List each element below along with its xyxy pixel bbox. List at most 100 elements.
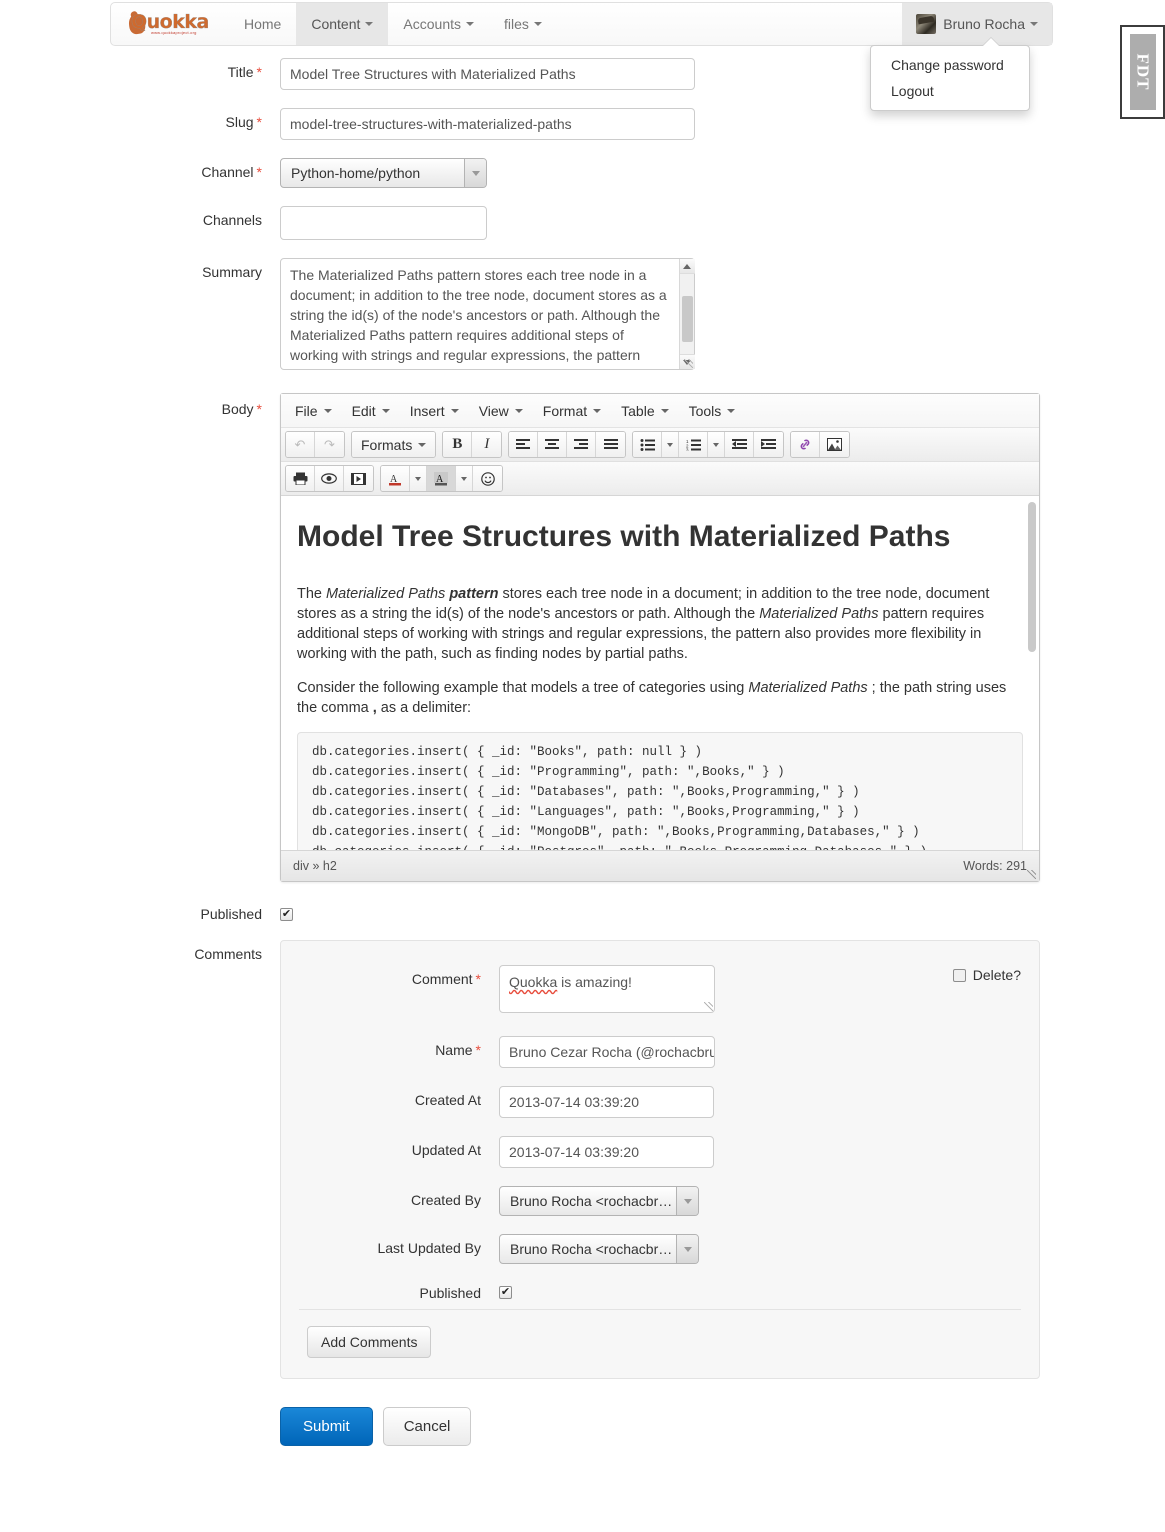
- summary-textarea-wrap: The Materialized Paths pattern stores ea…: [280, 258, 695, 370]
- resize-grip-icon[interactable]: [1027, 870, 1036, 879]
- chevron-down-icon: [381, 408, 390, 413]
- redo-icon[interactable]: ↷: [315, 432, 344, 457]
- channel-label: Channel *: [201, 164, 262, 180]
- summary-textarea[interactable]: The Materialized Paths pattern stores ea…: [280, 258, 695, 370]
- channel-select[interactable]: Python-home/python: [280, 158, 487, 188]
- text-color-chevron-down-icon[interactable]: [410, 466, 427, 491]
- editor-status-bar: div » h2 Words: 291: [281, 851, 1039, 881]
- submit-button[interactable]: Submit: [280, 1407, 373, 1446]
- menu-file[interactable]: File: [285, 399, 342, 423]
- nav-item-home[interactable]: Home: [229, 3, 296, 45]
- slug-label: Slug *: [225, 114, 262, 130]
- italic-icon[interactable]: I: [472, 432, 502, 457]
- comment-field-label: Comment *: [411, 971, 481, 987]
- nav-item-accounts[interactable]: Accounts: [388, 3, 489, 45]
- list-indent-group: 123: [632, 431, 785, 458]
- footer-spacer: [0, 1407, 280, 1413]
- image-icon[interactable]: [820, 432, 850, 457]
- nav-item-files[interactable]: files: [489, 3, 557, 45]
- nav-item-content-label: Content: [311, 16, 361, 32]
- delete-label: Delete?: [972, 967, 1021, 983]
- menu-item-logout[interactable]: Logout: [871, 78, 1029, 104]
- fdt-side-tab[interactable]: FDT: [1120, 25, 1165, 119]
- scrollbar-thumb[interactable]: [681, 296, 693, 342]
- updated-at-input[interactable]: 2013-07-14 03:39:20: [499, 1136, 714, 1168]
- numbered-list-chevron-down-icon[interactable]: [708, 432, 726, 457]
- body-label: Body *: [221, 401, 262, 417]
- comment-row-last-updated-by: Last Updated By Bruno Rocha <rochacbr…: [299, 1234, 1021, 1264]
- editor-element-path[interactable]: div » h2: [293, 859, 963, 873]
- menu-table[interactable]: Table: [611, 399, 678, 423]
- menu-edit[interactable]: Edit: [342, 399, 400, 423]
- chevron-down-icon: [450, 408, 459, 413]
- align-left-icon[interactable]: [509, 432, 539, 457]
- chevron-down-icon: [676, 1187, 698, 1215]
- editor-toolbar-row-1: ↶ ↷ Formats B I 1 2 3: [281, 428, 1039, 462]
- numbered-list-icon[interactable]: 123: [679, 432, 709, 457]
- preview-icon[interactable]: [315, 466, 344, 491]
- emoticon-icon[interactable]: [473, 466, 502, 491]
- menu-view[interactable]: View: [469, 399, 533, 423]
- chevron-down-icon: [676, 1235, 698, 1263]
- brand-logo[interactable]: Quokka www.quokkaproject.org: [111, 3, 229, 45]
- comment-row-published: Published ✔: [299, 1282, 1021, 1301]
- slug-input[interactable]: model-tree-structures-with-materialized-…: [280, 108, 695, 140]
- main-navbar: Quokka www.quokkaproject.org Home Conten…: [110, 2, 1053, 46]
- outdent-icon[interactable]: [725, 432, 755, 457]
- user-menu-button[interactable]: Bruno Rocha: [902, 3, 1052, 45]
- cancel-button[interactable]: Cancel: [382, 1407, 472, 1446]
- link-icon[interactable]: [791, 432, 821, 457]
- rich-text-editor: File Edit Insert View Format Table Tools…: [280, 393, 1040, 882]
- delete-checkbox[interactable]: ✔: [952, 968, 966, 982]
- created-by-select[interactable]: Bruno Rocha <rochacbr…: [499, 1186, 699, 1216]
- summary-label: Summary: [202, 264, 262, 280]
- comment-published-checkbox[interactable]: ✔: [499, 1286, 512, 1299]
- last-updated-by-select[interactable]: Bruno Rocha <rochacbr…: [499, 1234, 699, 1264]
- title-input[interactable]: Model Tree Structures with Materialized …: [280, 58, 695, 90]
- form-row-channel: Channel * Python-home/python: [0, 158, 1100, 188]
- background-color-chevron-down-icon[interactable]: [456, 466, 473, 491]
- background-color-icon[interactable]: A: [427, 466, 456, 491]
- print-icon[interactable]: [286, 466, 315, 491]
- comment-row-comment: Comment * Quokka is amazing!: [299, 965, 1021, 1016]
- menu-format[interactable]: Format: [533, 399, 611, 423]
- last-updated-by-label: Last Updated By: [377, 1240, 481, 1256]
- align-right-icon[interactable]: [567, 432, 597, 457]
- formats-dropdown[interactable]: Formats: [352, 432, 436, 457]
- resize-grip-icon[interactable]: [684, 359, 693, 368]
- menu-insert[interactable]: Insert: [400, 399, 469, 423]
- channel-select-value: Python-home/python: [291, 165, 421, 181]
- chevron-down-icon: [466, 22, 474, 26]
- footer-button-group: Submit Cancel: [280, 1407, 1100, 1446]
- scroll-up-icon[interactable]: [679, 259, 695, 274]
- nav-item-content[interactable]: Content: [296, 3, 389, 45]
- channels-input[interactable]: [280, 206, 487, 240]
- form-row-published: Published ✔: [0, 904, 1100, 922]
- editor-scrollbar[interactable]: [1028, 502, 1036, 652]
- resize-grip-icon[interactable]: [704, 1002, 713, 1011]
- menu-tools[interactable]: Tools: [679, 399, 746, 423]
- published-checkbox[interactable]: ✔: [280, 908, 293, 921]
- bullet-list-chevron-down-icon[interactable]: [662, 432, 680, 457]
- form-row-body: Body * File Edit Insert View Format Table…: [0, 393, 1100, 882]
- editor-content-area[interactable]: Model Tree Structures with Materialized …: [281, 496, 1039, 851]
- bullet-list-icon[interactable]: [633, 432, 663, 457]
- editor-menubar: File Edit Insert View Format Table Tools: [281, 394, 1039, 428]
- comment-published-label: Published: [419, 1285, 482, 1301]
- add-comments-button[interactable]: Add Comments: [307, 1326, 432, 1358]
- color-group: A A: [380, 465, 503, 492]
- quokka-logo-icon: Quokka www.quokkaproject.org: [127, 11, 213, 37]
- undo-icon[interactable]: ↶: [286, 432, 315, 457]
- chevron-down-icon: [464, 159, 486, 187]
- align-center-icon[interactable]: [538, 432, 568, 457]
- menu-item-change-password[interactable]: Change password: [871, 52, 1029, 78]
- comment-textarea[interactable]: Quokka is amazing!: [499, 965, 715, 1013]
- summary-scrollbar[interactable]: [679, 259, 695, 369]
- align-justify-icon[interactable]: [596, 432, 626, 457]
- created-at-input[interactable]: 2013-07-14 03:39:20: [499, 1086, 714, 1118]
- name-input[interactable]: Bruno Cezar Rocha (@rochacbru: [499, 1036, 715, 1068]
- text-color-icon[interactable]: A: [381, 466, 410, 491]
- indent-icon[interactable]: [754, 432, 784, 457]
- media-icon[interactable]: [344, 466, 373, 491]
- bold-icon[interactable]: B: [443, 432, 473, 457]
